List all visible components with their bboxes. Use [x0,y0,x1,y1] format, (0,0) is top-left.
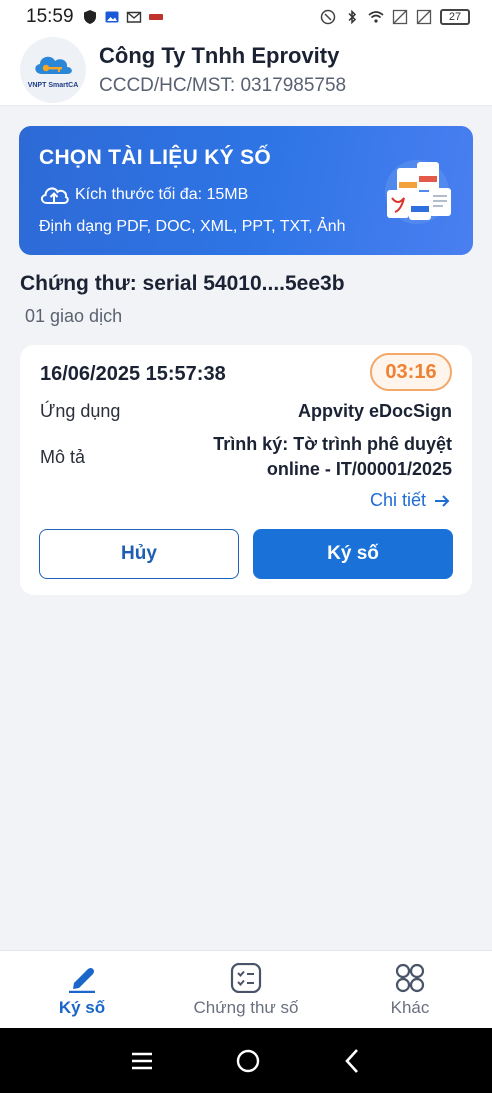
wifi-icon [368,11,384,23]
cloud-key-icon [35,56,72,74]
signal-icon-2 [416,9,432,25]
certificate-title: Chứng thư: serial 54010....5ee3b [20,272,345,295]
transaction-datetime: 16/06/2025 15:57:38 [40,363,226,385]
image-icon [105,11,119,23]
cancel-button[interactable]: Hủy [39,529,239,579]
company-name: Công Ty Tnhh Eprovity [99,42,340,68]
nav-label-certificates: Chứng thư số [193,998,299,1017]
battery-indicator: 27 [440,9,470,25]
nav-item-more[interactable]: Khác [328,951,492,1028]
vnpt-smartca-logo: VNPT SmartCA [20,36,86,103]
pen-icon [69,968,95,993]
app-label: Ứng dụng [40,401,121,421]
description-value-line1: Trình ký: Tờ trình phê duyệt [213,434,452,454]
gmail-icon [126,11,141,23]
signal-icon-1 [392,9,408,25]
checklist-icon [230,963,262,993]
bluetooth-icon [348,9,357,25]
nav-label-more: Khác [390,998,430,1017]
home-icon[interactable] [235,1048,261,1074]
app-header: VNPT SmartCA Công Ty Tnhh Eprovity CCCD/… [0,34,492,106]
back-icon[interactable] [342,1048,362,1074]
transaction-count: 01 giao dịch [25,306,123,326]
description-label: Mô tả [40,447,86,467]
choose-document-banner[interactable]: CHỌN TÀI LIỆU KÝ SỐ Kích thước tối đa: 1… [19,126,473,255]
grid-icon [395,963,425,993]
max-size-text: Kích thước tối đa: 15MB [75,186,249,203]
detail-link[interactable]: Chi tiết [370,490,450,511]
detail-link-label: Chi tiết [369,490,426,510]
nav-item-certificates[interactable]: Chứng thư số [164,951,328,1028]
arrow-right-icon [435,494,450,507]
transaction-card: 16/06/2025 15:57:38 03:16 Ứng dụng Appvi… [20,345,472,595]
documents-illustration-icon [385,160,451,224]
system-nav-bar [0,1028,492,1093]
status-bar: 15:59 27 [0,0,492,34]
cloud-upload-icon [40,187,69,204]
app-notification-icon [148,14,163,20]
nfc-icon [320,9,336,25]
nav-label-sign: Ký số [58,998,106,1017]
logo-caption: VNPT SmartCA [27,82,79,89]
screen: 15:59 27 VNPT SmartCA Công Ty Tnhh Eprov… [0,0,492,1093]
status-time: 15:59 [26,6,74,27]
nav-item-sign[interactable]: Ký số [0,951,164,1028]
app-value: Appvity eDocSign [297,401,452,421]
shield-icon [83,10,96,24]
menu-icon[interactable] [130,1051,154,1071]
countdown-timer: 03:16 [370,353,452,391]
tax-id: CCCD/HC/MST: 0317985758 [99,74,347,96]
sign-button[interactable]: Ký số [253,529,453,579]
bottom-nav: Ký số Chứng thư số Khác [0,950,492,1028]
description-value-line2: online - IT/00001/2025 [266,459,452,479]
